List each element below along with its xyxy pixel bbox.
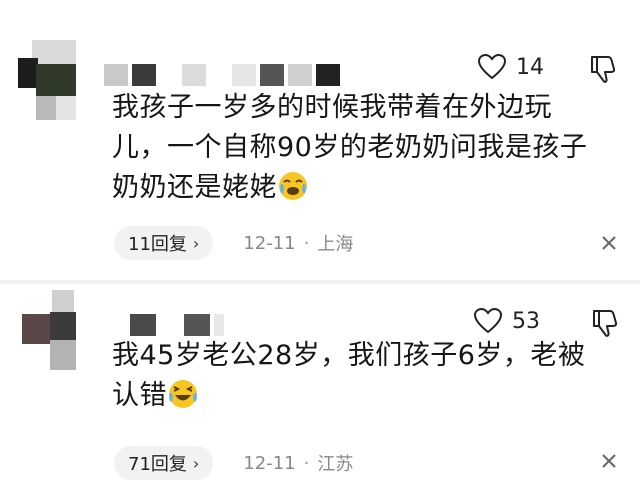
separator-dot: · — [303, 232, 310, 254]
comment-meta: 71回复 › 12-11 · 江苏 — [114, 446, 353, 480]
comment-meta: 11回复 › 12-11 · 上海 — [114, 226, 353, 260]
like-button[interactable]: 14 — [478, 54, 544, 80]
reply-button[interactable]: 71回复 › — [114, 446, 214, 480]
comment-date: 12-11 — [243, 232, 296, 254]
close-icon[interactable] — [600, 452, 618, 470]
like-button[interactable]: 53 — [474, 308, 540, 334]
thumbs-down-icon[interactable] — [590, 54, 616, 84]
reply-label: 11回复 — [128, 234, 187, 255]
separator-dot: · — [303, 452, 310, 474]
comment-item: 53 我45岁老公28岁，我们孩子6岁，老被 认错 71回复 › 12-11 ·… — [0, 284, 640, 488]
like-count: 14 — [516, 54, 544, 80]
close-icon[interactable] — [600, 234, 618, 252]
comment-line: 我孩子一岁多的时候我带着在外边玩 — [112, 92, 552, 123]
avatar[interactable] — [22, 290, 82, 370]
crying-laughing-emoji — [279, 172, 307, 200]
like-count: 53 — [512, 308, 540, 334]
username-blurred[interactable] — [130, 314, 224, 336]
reply-label: 71回复 — [128, 454, 187, 475]
comment-line: 认错 — [112, 376, 612, 416]
comment-item: 14 我孩子一岁多的时候我带着在外边玩 儿，一个自称90岁的老奶奶问我是孩子 奶… — [0, 0, 640, 280]
comment-line: 奶奶还是姥姥 — [112, 168, 612, 208]
laughing-tears-emoji — [169, 380, 197, 408]
comment-text: 我45岁老公28岁，我们孩子6岁，老被 认错 — [112, 336, 612, 416]
comment-location: 江苏 — [317, 454, 354, 475]
comment-line-text: 认错 — [112, 380, 167, 411]
comment-line-text: 奶奶还是姥姥 — [112, 172, 277, 203]
username-blurred[interactable] — [104, 64, 340, 86]
chevron-right-icon: › — [192, 233, 200, 253]
heart-outline-icon — [478, 54, 506, 80]
comment-line: 儿，一个自称90岁的老奶奶问我是孩子 — [112, 132, 588, 163]
heart-outline-icon — [474, 308, 502, 334]
comment-date: 12-11 — [243, 452, 296, 474]
chevron-right-icon: › — [192, 453, 200, 473]
comment-text: 我孩子一岁多的时候我带着在外边玩 儿，一个自称90岁的老奶奶问我是孩子 奶奶还是… — [112, 88, 612, 208]
avatar[interactable] — [18, 40, 80, 120]
reply-button[interactable]: 11回复 › — [114, 226, 214, 260]
thumbs-down-icon[interactable] — [592, 308, 618, 338]
comment-line: 我45岁老公28岁，我们孩子6岁，老被 — [112, 340, 586, 371]
comment-location: 上海 — [317, 234, 354, 255]
